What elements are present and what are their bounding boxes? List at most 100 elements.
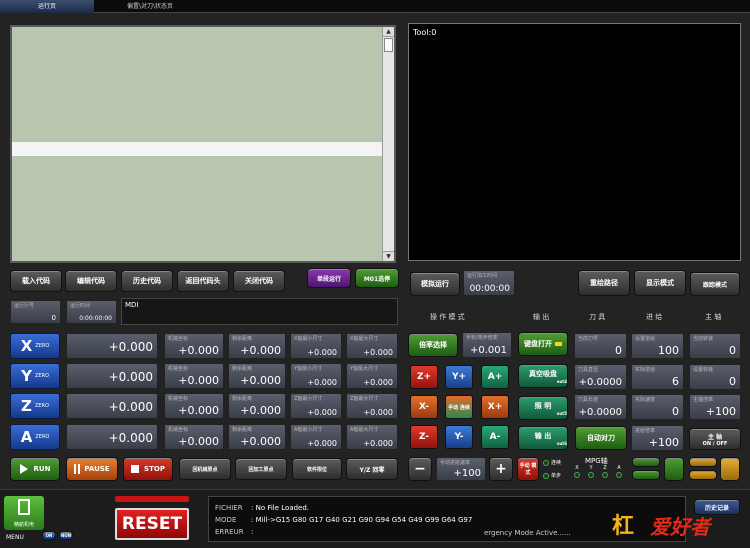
feed-reset-button[interactable]	[664, 457, 684, 481]
mdi-input[interactable]: MDI	[121, 298, 398, 325]
scroll-thumb[interactable]	[384, 38, 393, 52]
run-time-value: 0:00:00:00	[79, 315, 112, 322]
a-zero-button[interactable]: A ZERO	[10, 424, 60, 450]
stop-icon	[131, 465, 140, 473]
rate-select-button[interactable]: 倍率选择	[408, 333, 458, 357]
single-block-button[interactable]: 单段运行	[307, 268, 351, 288]
single-step-radio[interactable]: 单步	[543, 472, 561, 479]
trace-mode-button[interactable]: 跟踪模式	[690, 272, 740, 296]
scroll-down-icon[interactable]: ▼	[383, 251, 394, 261]
set-feed-field: 设置进给 100	[631, 333, 684, 359]
current-line-highlight	[12, 142, 384, 156]
jog-a-plus-button[interactable]: A+	[481, 365, 509, 389]
jog-rate-minus-button[interactable]: −	[408, 457, 432, 481]
menu-label: MENU	[6, 534, 24, 541]
set-rpm-field: 设置转速 0	[689, 364, 741, 390]
output-6-button[interactable]: 输 出 out6	[518, 426, 568, 450]
emergency-message: ergency Mode Active......	[484, 529, 571, 537]
soft-limit-button[interactable]: 软件限位	[292, 458, 342, 480]
close-code-button[interactable]: 关闭代码	[233, 270, 285, 292]
feed-adjust-button-1[interactable]	[632, 457, 660, 467]
home-work-origin-button[interactable]: 回加工原点	[235, 458, 287, 480]
z-min-size: Z轴最小尺寸 +0.000	[290, 393, 342, 419]
reset-button[interactable]: RESET	[115, 508, 189, 540]
x-machine-coord: 机械坐标 +0.000	[164, 333, 224, 359]
vacuum-chuck-button[interactable]: 真空吸盘 out4	[518, 364, 568, 388]
pause-button[interactable]: PAUSE	[66, 457, 118, 481]
reset-indicator-bar	[115, 496, 189, 502]
tool-header: 刀 具	[589, 313, 606, 321]
feed-header: 进 给	[646, 313, 663, 321]
mpg-axis-z[interactable]: Z	[601, 465, 609, 479]
brand-logo-mark-icon: 杠	[612, 514, 635, 539]
jog-a-minus-button[interactable]: A-	[481, 425, 509, 449]
spindle-adjust-button-2[interactable]	[689, 470, 717, 480]
company-logo: 精航机电	[4, 496, 44, 530]
output-header: 输 出	[533, 313, 550, 321]
mpg-axis-a[interactable]: A	[615, 465, 623, 479]
tab-run-page[interactable]: 运行页	[0, 0, 94, 13]
pause-icon	[74, 464, 81, 474]
step-rate-field: 手轮/单步倍率 +0.001	[462, 332, 512, 358]
gcode-listing[interactable]: ▲ ▼	[10, 25, 396, 263]
y-max-size: Y轴最大尺寸 +0.000	[346, 363, 398, 389]
spindle-on-off-button[interactable]: 主 轴 ON / OFF	[689, 428, 741, 450]
run-line-value: 0	[51, 314, 56, 322]
tab-offset-page[interactable]: 偏置\对刀\状态页	[94, 0, 206, 13]
feed-adjust-button-2[interactable]	[632, 470, 660, 480]
load-code-button[interactable]: 载入代码	[10, 270, 62, 292]
run-button[interactable]: RUN	[10, 457, 60, 481]
spindle-override-field: 主轴倍率 +100	[689, 394, 741, 420]
toolpath-display[interactable]: Tool:0	[408, 23, 741, 261]
brand-logo: 杠 爱好者	[612, 508, 740, 542]
jog-x-minus-button[interactable]: X-	[410, 395, 438, 419]
scroll-up-icon[interactable]: ▲	[383, 27, 394, 37]
history-code-button[interactable]: 历史代码	[121, 270, 173, 292]
jog-y-minus-button[interactable]: Y-	[445, 425, 473, 449]
menu-off-button[interactable]: NON	[59, 531, 73, 540]
radio-icon	[616, 472, 622, 478]
z-zero-button[interactable]: Z ZERO	[10, 393, 60, 419]
tool-label: Tool:0	[413, 28, 437, 37]
simulate-run-button[interactable]: 模拟运行	[410, 272, 460, 296]
m01-optional-stop-button[interactable]: M01选停	[355, 268, 399, 288]
continuous-radio[interactable]: 连续	[543, 459, 561, 466]
a-max-size: A轴最大尺寸 +0.000	[346, 424, 398, 450]
redraw-path-button[interactable]: 重绘路径	[578, 270, 630, 296]
jog-x-plus-button[interactable]: X+	[481, 395, 509, 419]
radio-icon	[543, 459, 549, 466]
spindle-adjust-button-1[interactable]	[689, 457, 717, 467]
z-max-size: Z轴最大尺寸 +0.000	[346, 393, 398, 419]
jog-mode-toggle[interactable]: 手动 连续	[445, 395, 473, 419]
menu-on-button[interactable]: ON	[42, 531, 56, 540]
status-file-row: FICHIER: No File Loaded.	[215, 504, 310, 512]
yz-home-button[interactable]: Y/Z 回零	[346, 458, 398, 480]
display-mode-button[interactable]: 显示模式	[634, 270, 686, 296]
keyboard-open-button[interactable]: 键盘打开	[518, 332, 568, 356]
edit-code-button[interactable]: 编辑代码	[65, 270, 117, 292]
y-zero-button[interactable]: Y ZERO	[10, 363, 60, 389]
run-time-label: 运行时间	[70, 303, 91, 309]
auto-tool-setting-button[interactable]: 自动对刀	[575, 426, 627, 450]
gcode-scrollbar[interactable]: ▲ ▼	[382, 27, 394, 261]
stop-button[interactable]: STOP	[123, 457, 173, 481]
mpg-axis-y[interactable]: Y	[587, 465, 595, 479]
spindle-reset-button[interactable]	[720, 457, 740, 481]
a-min-size: A轴最小尺寸 +0.000	[290, 424, 342, 450]
a-position: +0.000	[66, 424, 158, 450]
jog-z-plus-button[interactable]: Z+	[410, 365, 438, 389]
x-zero-button[interactable]: X ZERO	[10, 333, 60, 359]
manual-mode-button[interactable]: 手动 模式	[517, 457, 539, 481]
tool-length-field: 刀具长度 +0.0000	[574, 394, 627, 420]
mpg-axis-x[interactable]: X	[573, 465, 581, 479]
run-icon	[19, 464, 28, 474]
jog-y-plus-button[interactable]: Y+	[445, 365, 473, 389]
z-position: +0.000	[66, 393, 158, 419]
jog-rate-plus-button[interactable]: +	[489, 457, 513, 481]
lighting-button[interactable]: 照 明 out5	[518, 396, 568, 420]
a-remaining: 剩余距离 +0.000	[228, 424, 286, 450]
company-logo-mark-icon	[18, 499, 30, 515]
rewind-code-button[interactable]: 返回代码头	[177, 270, 229, 292]
home-machine-origin-button[interactable]: 回机械原点	[179, 458, 231, 480]
jog-z-minus-button[interactable]: Z-	[410, 425, 438, 449]
